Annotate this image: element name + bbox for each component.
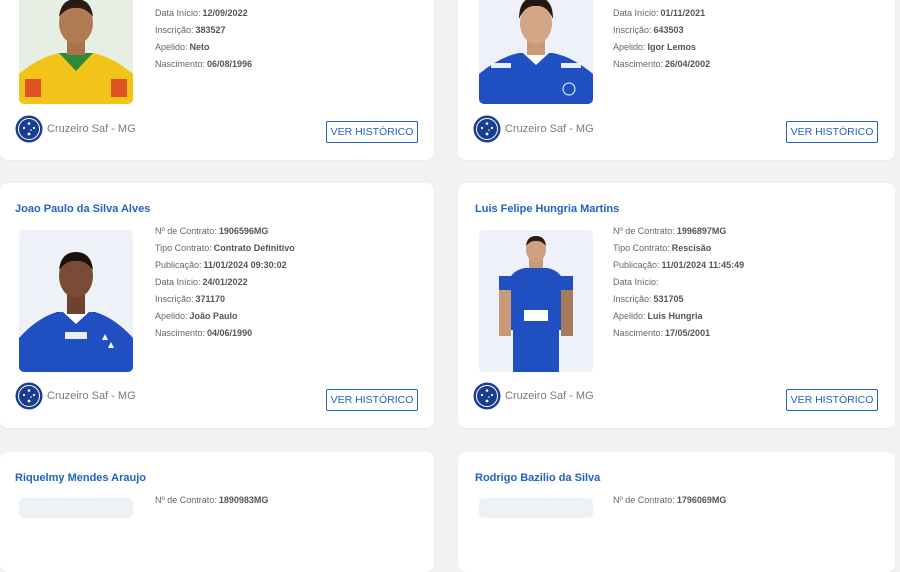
cruzeiro-logo-icon bbox=[473, 382, 501, 410]
player-name[interactable]: Riquelmy Mendes Araujo bbox=[15, 472, 146, 484]
player-name[interactable]: Rodrigo Bazilio da Silva bbox=[475, 472, 600, 484]
birth-row: Nascimento: 06/08/1996 bbox=[155, 59, 253, 70]
view-history-button[interactable]: VER HISTÓRICO bbox=[326, 389, 418, 411]
birth-row: Nascimento: 26/04/2002 bbox=[613, 59, 711, 70]
club-info: Cruzeiro Saf - MG bbox=[15, 114, 136, 144]
player-info: Data Início: 12/09/2022 Inscrição: 383527 … bbox=[155, 5, 252, 73]
player-photo-blue-kit-icon bbox=[19, 230, 133, 372]
start-date-row: Data Início: 12/09/2022 bbox=[155, 8, 248, 18]
contract-no-row: Nº de Contrato: 1906596MG bbox=[155, 225, 269, 236]
publication-row: Publicação: 11/01/2024 11:45:49 bbox=[613, 259, 745, 270]
player-photo bbox=[479, 0, 593, 104]
player-card: Rodrigo Bazilio da Silva Nº de Contrato:… bbox=[458, 452, 895, 572]
player-info: Nº de Contrato: 1906596MG Tipo Contrato: C… bbox=[155, 223, 295, 343]
player-photo bbox=[19, 230, 133, 372]
player-photo bbox=[479, 230, 593, 372]
club-name: Cruzeiro Saf - MG bbox=[47, 123, 136, 135]
start-date-row: Data Início: 24/01/2022 bbox=[155, 276, 248, 287]
view-history-button[interactable]: VER HISTÓRICO bbox=[786, 389, 878, 411]
player-name[interactable]: Joao Paulo da Silva Alves bbox=[15, 203, 150, 215]
contract-type-row: Tipo Contrato: Contrato Definitivo bbox=[155, 242, 295, 253]
player-card: Data Início: 01/11/2021 Inscrição: 643503 … bbox=[458, 0, 895, 160]
player-photo bbox=[479, 498, 593, 518]
nickname-row: Apelido: Luis Hungria bbox=[613, 310, 703, 321]
player-photo-full-body-blue-kit-icon bbox=[479, 230, 593, 372]
player-info: Nº de Contrato: 1890983MG bbox=[155, 492, 268, 509]
player-card: Luis Felipe Hungria Martins Nº de Contra… bbox=[458, 183, 895, 428]
player-photo-yellow-kit-icon bbox=[19, 0, 133, 104]
player-photo bbox=[19, 498, 133, 518]
club-name: Cruzeiro Saf - MG bbox=[47, 390, 136, 402]
player-info: Nº de Contrato: 1796069MG bbox=[613, 492, 726, 509]
birth-row: Nascimento: 17/05/2001 bbox=[613, 328, 711, 339]
view-history-button[interactable]: VER HISTÓRICO bbox=[326, 121, 418, 143]
cruzeiro-logo-icon bbox=[15, 382, 43, 410]
club-info: Cruzeiro Saf - MG bbox=[473, 114, 594, 144]
player-card: Data Início: 12/09/2022 Inscrição: 383527 … bbox=[0, 0, 434, 160]
registration-row: Inscrição: 371170 bbox=[155, 293, 226, 304]
player-card: Joao Paulo da Silva Alves Nº de Contrato… bbox=[0, 183, 434, 428]
publication-row: Publicação: 11/01/2024 09:30:02 bbox=[155, 259, 287, 270]
contract-no-row: Nº de Contrato: 1890983MG bbox=[155, 494, 269, 505]
nickname-row: Apelido: João Paulo bbox=[155, 310, 238, 321]
registration-row: Inscrição: 643503 bbox=[613, 25, 684, 36]
player-info: Nº de Contrato: 1996897MG Tipo Contrato: R… bbox=[613, 223, 744, 343]
club-info: Cruzeiro Saf - MG bbox=[15, 381, 136, 411]
contract-type-row: Tipo Contrato: Rescisão bbox=[613, 242, 712, 253]
view-history-button[interactable]: VER HISTÓRICO bbox=[786, 121, 878, 143]
nickname-row: Apelido: Neto bbox=[155, 42, 210, 53]
club-name: Cruzeiro Saf - MG bbox=[505, 390, 594, 402]
registration-row: Inscrição: 531705 bbox=[613, 293, 684, 304]
start-date-row: Data Início: 01/11/2021 bbox=[613, 8, 706, 18]
player-info: Data Início: 01/11/2021 Inscrição: 643503 … bbox=[613, 5, 710, 73]
player-photo bbox=[19, 0, 133, 104]
start-date-row: Data Início: bbox=[613, 276, 659, 287]
cruzeiro-logo-icon bbox=[15, 115, 43, 143]
registration-row: Inscrição: 383527 bbox=[155, 25, 226, 36]
contract-no-row: Nº de Contrato: 1796069MG bbox=[613, 494, 727, 505]
club-info: Cruzeiro Saf - MG bbox=[473, 381, 594, 411]
player-card: Riquelmy Mendes Araujo Nº de Contrato: 18… bbox=[0, 452, 434, 572]
club-name: Cruzeiro Saf - MG bbox=[505, 123, 594, 135]
player-photo-blue-kit-icon bbox=[479, 0, 593, 104]
nickname-row: Apelido: Igor Lemos bbox=[613, 42, 697, 53]
birth-row: Nascimento: 04/06/1990 bbox=[155, 328, 253, 339]
contract-no-row: Nº de Contrato: 1996897MG bbox=[613, 225, 727, 236]
player-name[interactable]: Luis Felipe Hungria Martins bbox=[475, 203, 619, 215]
cruzeiro-logo-icon bbox=[473, 115, 501, 143]
